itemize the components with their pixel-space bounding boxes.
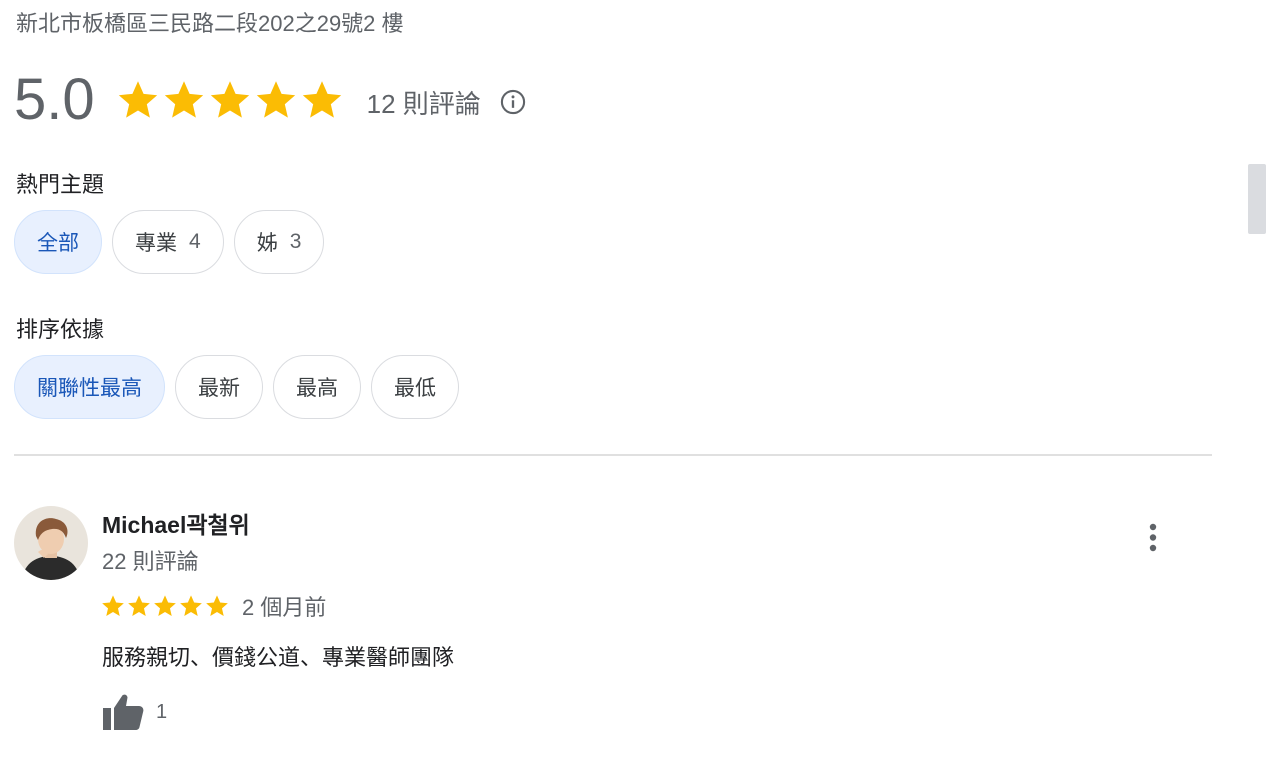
chip-label: 最高 bbox=[296, 377, 338, 400]
star-icon bbox=[102, 595, 124, 616]
star-icon bbox=[210, 81, 249, 118]
chip-count: 3 bbox=[289, 230, 302, 253]
chip-label: 專業 bbox=[135, 232, 177, 255]
review-meta: 2 個月前 bbox=[100, 590, 326, 622]
star-icon bbox=[118, 81, 157, 118]
like-count: 1 bbox=[156, 700, 168, 723]
chip-label: 關聯性最高 bbox=[37, 377, 142, 400]
avatar-image bbox=[14, 506, 88, 580]
like-row: 1 bbox=[100, 690, 167, 734]
star-icon bbox=[180, 595, 202, 616]
sort-chip-newest[interactable]: 最新 bbox=[175, 355, 263, 419]
rating-stars bbox=[115, 77, 345, 123]
topic-chips: 全部 專業 4 姊 3 bbox=[14, 210, 325, 274]
info-icon[interactable] bbox=[499, 84, 527, 116]
avatar[interactable] bbox=[14, 506, 88, 580]
star-icon bbox=[302, 81, 341, 118]
chip-count: 4 bbox=[189, 230, 201, 253]
chip-label: 全部 bbox=[37, 232, 79, 255]
star-icon bbox=[206, 595, 228, 616]
rating-summary: 5.0 12 則評論 bbox=[14, 66, 527, 134]
topic-chip-sister[interactable]: 姊 3 bbox=[233, 210, 325, 274]
star-icon bbox=[164, 81, 203, 118]
star-icon bbox=[128, 595, 150, 616]
reviews-panel: 新北市板橋區三民路二段202之29號2 樓 5.0 12 則評論 熱門主題 全部… bbox=[0, 0, 1280, 771]
chip-label: 最低 bbox=[394, 377, 436, 400]
reviewer-review-count: 22 則評論 bbox=[102, 549, 199, 574]
sort-chip-relevance[interactable]: 關聯性最高 bbox=[14, 355, 165, 419]
total-review-count[interactable]: 12 則評論 bbox=[367, 80, 481, 121]
topic-chip-all[interactable]: 全部 bbox=[14, 210, 102, 274]
chip-label: 姊 bbox=[256, 232, 278, 255]
sort-chip-lowest[interactable]: 最低 bbox=[371, 355, 459, 419]
more-vert-icon[interactable] bbox=[1138, 520, 1168, 556]
reviewer-name[interactable]: Michael곽철위 bbox=[102, 506, 250, 540]
thumb-up-icon[interactable] bbox=[100, 690, 146, 734]
sort-chip-highest[interactable]: 最高 bbox=[273, 355, 361, 419]
review-time: 2 個月前 bbox=[242, 595, 327, 620]
scrollbar-thumb[interactable] bbox=[1248, 164, 1266, 234]
sort-chips: 關聯性最高 最新 最高 最低 bbox=[14, 355, 459, 419]
star-icon bbox=[256, 81, 295, 118]
chip-label: 最新 bbox=[198, 377, 240, 400]
star-icon bbox=[154, 595, 176, 616]
topics-label: 熱門主題 bbox=[16, 172, 105, 197]
topic-chip-professional[interactable]: 專業 4 bbox=[112, 210, 224, 274]
review-stars bbox=[100, 593, 230, 619]
sort-label: 排序依據 bbox=[16, 317, 105, 342]
place-address: 新北市板橋區三民路二段202之29號2 樓 bbox=[16, 11, 404, 36]
divider bbox=[14, 454, 1212, 456]
average-rating: 5.0 bbox=[14, 67, 95, 132]
review-text: 服務親切、價錢公道、專業醫師團隊 bbox=[102, 645, 455, 670]
